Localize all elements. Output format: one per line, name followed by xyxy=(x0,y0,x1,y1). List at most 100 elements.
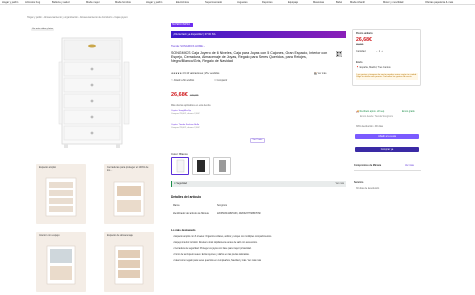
panel-old-price: 35,99€ xyxy=(356,43,364,46)
details-heading: Detalles del artículo xyxy=(171,195,202,199)
safety-bar[interactable]: ⛨ Seguridad Ver más xyxy=(171,181,346,187)
gallery-thumbnail[interactable]: Espacio amplio xyxy=(36,164,86,224)
qr-code-icon[interactable] xyxy=(336,51,342,57)
gallery-thumbnail[interactable]: Interior con espejo xyxy=(36,232,86,292)
nav-item[interactable]: Moda mujer xyxy=(86,1,100,4)
add-to-cart-button[interactable]: Añadir a la cesta xyxy=(355,134,419,139)
highlight-item: • Espacio amplio con 6 niveles: Organiza… xyxy=(173,236,272,238)
highlight-text: Espejo interior incluido: Revisa tu look… xyxy=(174,242,258,244)
nav-item[interactable]: Moda infantil xyxy=(350,1,365,4)
shipping-notice: Los gastos y tiempos de envío pueden var… xyxy=(356,73,418,80)
nav-item[interactable]: Electrónica xyxy=(176,1,189,4)
product-title: SONGMICS Caja Joyero de 6 Niveles, Caja … xyxy=(171,51,328,64)
coupons-title: Más ofertas aplicables en esta tienda xyxy=(171,104,211,107)
thumbnail-caption: Cerraduras para proteger el 100% de los.… xyxy=(107,166,149,172)
quantity-stepper[interactable]: − 1 + xyxy=(376,50,383,53)
nav-item[interactable]: Motor y movilidad xyxy=(383,1,403,4)
delivery-price: Envío gratis xyxy=(402,110,415,113)
divider xyxy=(354,170,421,171)
more-coupons-button[interactable]: Ver 2 más xyxy=(250,138,265,143)
gallery-thumbnail[interactable]: Cerraduras para proteger el 100% de los.… xyxy=(104,164,154,224)
promo-badge: SUPERCOMPRA xyxy=(171,23,193,27)
wishlist-label: Añadir a Mi wishlist xyxy=(173,79,195,82)
share-label: Compartir xyxy=(216,79,228,82)
coupon-condition: Compra 29,00€, ahorra 2,00€ xyxy=(171,127,200,129)
thumbnail-image xyxy=(46,245,76,285)
highlight-text: Espacio amplio con 6 niveles: Organiza c… xyxy=(174,236,272,238)
delivery-origin: Envío desde: Tienda Songmics xyxy=(360,115,393,118)
safety-label: Seguridad xyxy=(176,182,187,185)
highlights-heading: Lo más destacado xyxy=(171,228,196,232)
quantity-label: Cantidad xyxy=(356,50,366,53)
thumbnail-caption: Espacio amplio xyxy=(39,166,56,169)
thumbnail-image xyxy=(45,177,77,217)
nav-item[interactable]: Hogar y jardín xyxy=(2,1,18,4)
gallery-thumbnail[interactable]: Espacio de almacenaje xyxy=(104,232,154,292)
flash-offer-banner: ¡Oferta flash ya disponible! | 07:00 IVA xyxy=(171,31,346,38)
color-swatch-grey[interactable] xyxy=(213,157,231,175)
spec-key: Marca xyxy=(173,205,180,207)
share-button[interactable]: ⇪ Compartir xyxy=(214,79,227,82)
breadcrumb[interactable]: Hogar y jardín › Almacenamiento y organi… xyxy=(27,16,128,19)
nav-item[interactable]: Juguetes xyxy=(237,1,248,4)
highlight-item: • Espejo interior incluido: Revisa tu lo… xyxy=(173,242,258,244)
commitment-more-link[interactable]: Ver más xyxy=(405,164,414,167)
buy-now-button[interactable]: Comprar ya xyxy=(355,147,419,152)
thumbnail-caption: Interior con espejo xyxy=(39,234,60,237)
spec-value: 2203503444825133, 49263237768897FSF xyxy=(217,213,261,215)
rating-summary[interactable]: ★★★★★ 4.9 44 valoraciones | 25+ vendidos xyxy=(171,72,219,75)
highlight-item: • Forro de terciopelo suave: Evita rayon… xyxy=(173,254,250,256)
main-product-image[interactable] xyxy=(40,26,148,158)
commitment-title: Compromiso de Miravia xyxy=(354,164,382,167)
spec-key: Identificador del artículo de Miravia xyxy=(173,213,209,215)
nav-item[interactable]: Deportes xyxy=(262,1,273,4)
coupon-card[interactable]: Cupón: SongMicsSp Compra 29,00€, ahorra … xyxy=(171,110,211,117)
coupon-condition: Compra 29,00€, ahorra 2,00€ xyxy=(171,113,200,115)
delivery-date: Recíbelo aprox. 22 sep xyxy=(359,110,385,113)
highlight-item: • Ideal como regalo para seres queridos … xyxy=(173,260,262,262)
highlight-text: Forro de terciopelo suave: Evita rayones… xyxy=(174,254,250,256)
highlight-item: • Cerradura de seguridad: Protege tus jo… xyxy=(173,248,252,250)
swatch-image xyxy=(219,160,226,172)
highlight-text: Cerradura de seguridad: Protege tus joya… xyxy=(174,248,252,250)
coupon-card[interactable]: Cupón: Tienda Fashion Belle Compra 29,00… xyxy=(171,124,211,131)
color-label: Color: Blanco xyxy=(171,152,188,156)
shipping-destination-text: España, Madrid, Tres Cantos xyxy=(359,66,391,69)
color-swatch-white[interactable] xyxy=(171,157,189,175)
spec-value: Songmics xyxy=(217,205,228,207)
returns-info[interactable]: 30% devolución • 90 días xyxy=(356,125,383,128)
shipping-destination[interactable]: 📍 España, Madrid, Tres Cantos xyxy=(356,66,391,69)
jewelry-box-illustration xyxy=(58,37,130,148)
store-link[interactable]: Tienda: SONGMICS HOME › xyxy=(171,45,204,48)
wishlist-button[interactable]: ♡ Añadir a Mi wishlist xyxy=(171,79,194,82)
more-media-badge[interactable]: Ver más vídeo y fotos xyxy=(31,28,55,31)
nav-item[interactable]: Hogar y jardín xyxy=(146,1,162,4)
product-price: 26,68€ 135,99€ xyxy=(171,92,198,98)
nav-item[interactable]: Bebé xyxy=(336,1,342,4)
nav-item[interactable]: Artículos hog xyxy=(25,1,40,4)
nav-item[interactable]: Moda hombre xyxy=(115,1,131,4)
nav-item[interactable]: Mascotas xyxy=(313,1,324,4)
highlight-text: Ideal como regalo para seres queridos en… xyxy=(174,260,262,262)
current-price: 26,68€ xyxy=(171,92,188,98)
nav-item[interactable]: Ofertas papelería & más xyxy=(425,1,453,4)
shipping-title: Envío xyxy=(356,61,363,64)
service-title: Servicio xyxy=(354,181,364,184)
nav-item[interactable]: Supermercado xyxy=(205,1,222,4)
swatch-image xyxy=(176,159,185,173)
top-nav-bar: Hogar y jardín Artículos hog Belleza y s… xyxy=(0,0,475,5)
unit-price-label: Precio unitario xyxy=(356,32,373,35)
thumbnail-image xyxy=(113,181,145,217)
color-swatch-black[interactable] xyxy=(192,157,210,175)
nav-item[interactable]: Equipaje xyxy=(288,1,298,4)
service-returns: 30 días de devolución xyxy=(356,187,380,190)
delivery-estimate: 🚚 Recíbelo aprox. 22 sep xyxy=(356,110,385,113)
nav-item[interactable]: Belleza y salud xyxy=(52,1,69,4)
safety-more-link[interactable]: Ver más xyxy=(336,183,344,185)
original-price: 135,99€ xyxy=(189,94,199,97)
store-rating-text: Ver más xyxy=(317,72,327,75)
swatch-image xyxy=(197,160,205,172)
store-rating-link[interactable]: 🏬 Ver más xyxy=(314,72,326,75)
quantity-value: 1 xyxy=(378,50,381,53)
thumbnail-caption: Espacio de almacenaje xyxy=(107,234,133,237)
